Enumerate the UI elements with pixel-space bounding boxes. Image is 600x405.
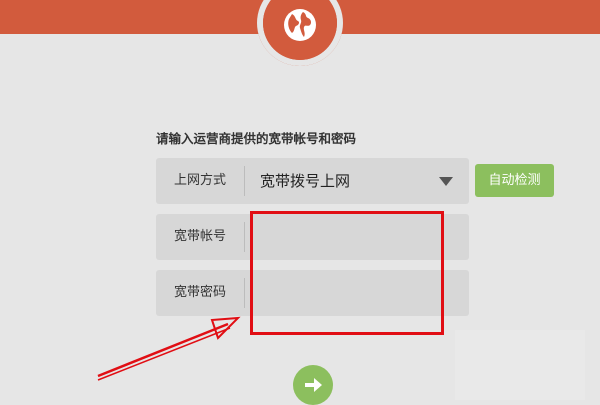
account-label: 宽带帐号 [173, 229, 226, 244]
arrow-right-icon [305, 378, 322, 392]
connection-type-label: 上网方式 [173, 173, 226, 188]
globe-logo [257, 0, 343, 66]
connection-type-select[interactable]: 上网方式 宽带拨号上网 [156, 158, 469, 204]
divider [244, 166, 245, 196]
blur-patch [455, 330, 585, 400]
connection-type-value[interactable]: 宽带拨号上网 [260, 158, 350, 204]
form-prompt: 请输入运营商提供的宽带帐号和密码 [156, 131, 357, 146]
account-row: 宽带帐号 [156, 214, 470, 260]
account-input[interactable] [246, 216, 470, 260]
annotation-arrow-icon [97, 316, 241, 381]
auto-detect-button[interactable]: 自动检测 [475, 164, 554, 197]
caret-down-icon[interactable] [439, 177, 453, 186]
password-input[interactable] [246, 272, 470, 316]
next-button[interactable] [293, 365, 333, 405]
globe-icon [284, 9, 316, 41]
divider [244, 278, 245, 308]
divider [244, 222, 245, 252]
